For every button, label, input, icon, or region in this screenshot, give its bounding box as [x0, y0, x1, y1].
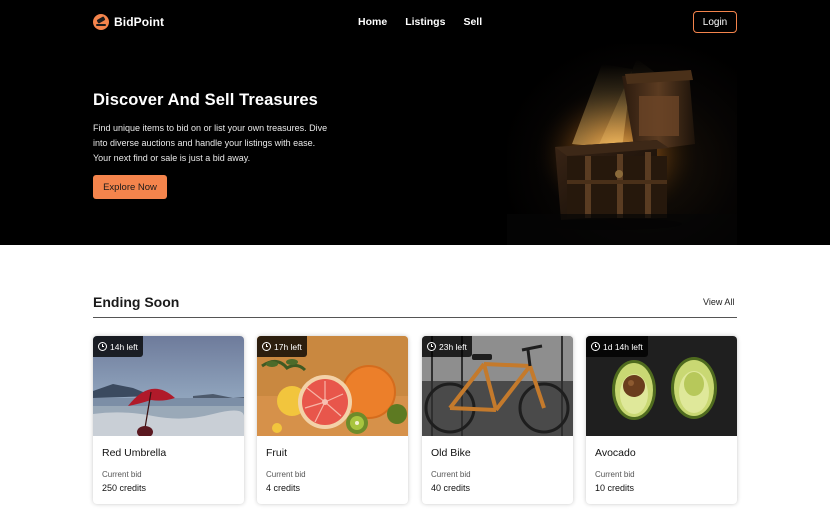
- hero-section: BidPoint Home Listings Sell Login Discov…: [0, 0, 830, 245]
- gavel-logo-icon: [93, 14, 109, 30]
- time-left-badge: 23h left: [422, 336, 472, 357]
- current-bid-label: Current bid: [266, 470, 306, 479]
- hero-description: Find unique items to bid on or list your…: [93, 123, 328, 163]
- card-title: Avocado: [595, 447, 636, 459]
- time-left-text: 23h left: [439, 341, 467, 352]
- brand[interactable]: BidPoint: [93, 13, 164, 31]
- current-bid-value: 10 credits: [595, 483, 635, 493]
- time-left-text: 14h left: [110, 341, 138, 352]
- time-left-text: 1d 14h left: [603, 341, 643, 352]
- clock-icon: [427, 342, 436, 351]
- auction-card[interactable]: 23h left Old Bike Current bid 40 credits: [422, 336, 573, 504]
- login-button[interactable]: Login: [693, 11, 737, 33]
- section-title: Ending Soon: [93, 294, 180, 310]
- nav-sell[interactable]: Sell: [463, 16, 482, 28]
- current-bid-value: 40 credits: [431, 483, 471, 493]
- time-left-badge: 1d 14h left: [586, 336, 648, 357]
- explore-now-button[interactable]: Explore Now: [93, 175, 167, 199]
- current-bid-value: 4 credits: [266, 483, 301, 493]
- clock-icon: [262, 342, 271, 351]
- treasure-chest-image: [507, 44, 737, 245]
- brand-name: BidPoint: [114, 15, 165, 29]
- auction-card[interactable]: 17h left Fruit Current bid 4 credits: [257, 336, 408, 504]
- view-all-link[interactable]: View All: [703, 297, 734, 307]
- card-title: Red Umbrella: [102, 447, 167, 459]
- auction-card[interactable]: 1d 14h left Avocado Current bid 10 credi…: [586, 336, 737, 504]
- card-title: Fruit: [266, 447, 287, 459]
- nav-home[interactable]: Home: [358, 16, 387, 28]
- card-title: Old Bike: [431, 447, 471, 459]
- nav-links: Home Listings Sell: [358, 16, 500, 28]
- auction-card[interactable]: 14h left Red Umbrella Current bid 250 cr…: [93, 336, 244, 504]
- hero-title: Discover And Sell Treasures: [93, 91, 318, 109]
- clock-icon: [98, 342, 107, 351]
- current-bid-value: 250 credits: [102, 483, 147, 493]
- clock-icon: [591, 342, 600, 351]
- time-left-badge: 14h left: [93, 336, 143, 357]
- top-nav: BidPoint Home Listings Sell Login: [0, 0, 830, 44]
- section-divider: [93, 317, 737, 318]
- nav-listings[interactable]: Listings: [405, 16, 445, 28]
- current-bid-label: Current bid: [595, 470, 635, 479]
- current-bid-label: Current bid: [102, 470, 142, 479]
- current-bid-label: Current bid: [431, 470, 471, 479]
- time-left-text: 17h left: [274, 341, 302, 352]
- ending-soon-cards: 14h left Red Umbrella Current bid 250 cr…: [93, 336, 737, 504]
- time-left-badge: 17h left: [257, 336, 307, 357]
